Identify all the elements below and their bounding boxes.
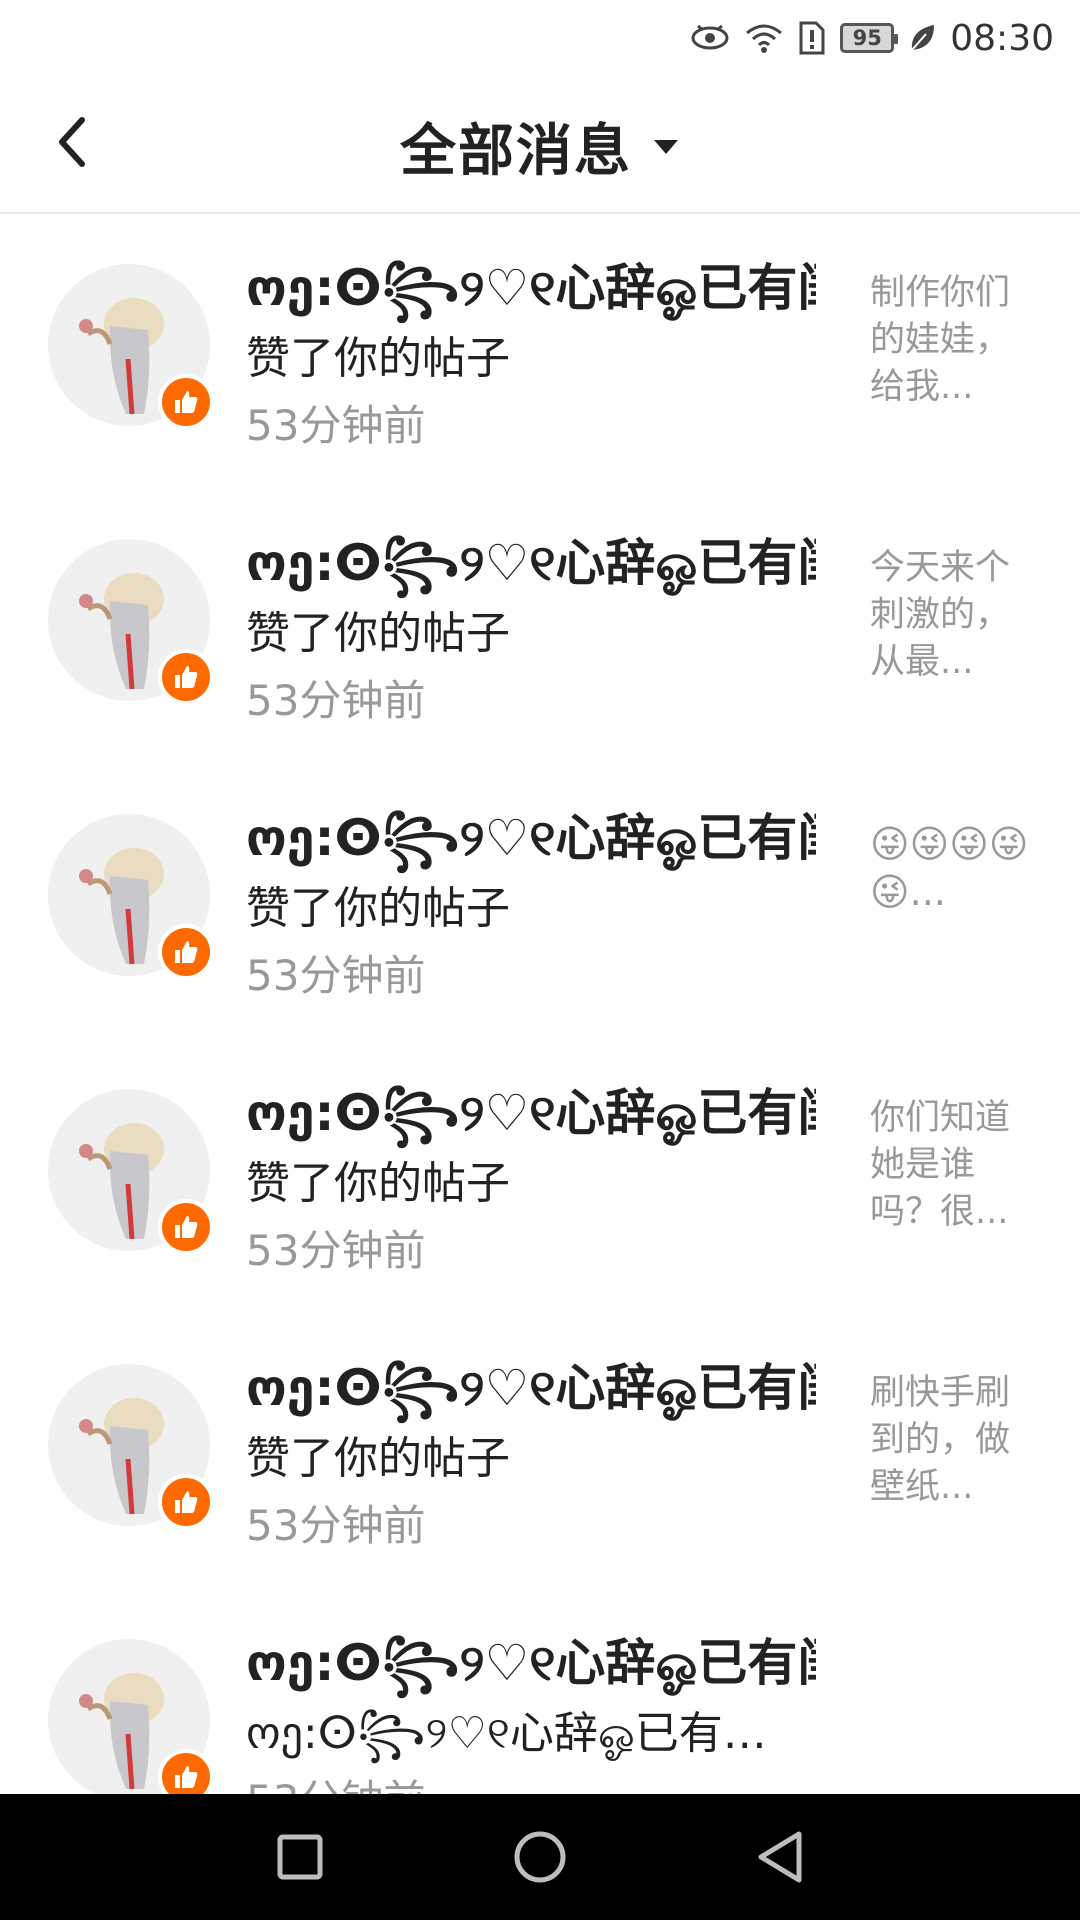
message-item[interactable]: ოე:ⵙ꧂୨♡୧心辞ஓ已有闺蜜 赞了你的帖子 53分钟前 你们知道她是谁吗？很.… bbox=[0, 1039, 1080, 1314]
message-item[interactable]: ოე:ⵙ꧂୨♡୧心辞ஓ已有闺蜜 赞了你的帖子 53分钟前 😜😜😜😜😜... bbox=[0, 764, 1080, 1039]
message-action: 赞了你的帖子 bbox=[246, 333, 510, 384]
caret-down-icon bbox=[654, 139, 678, 154]
square-recents-icon bbox=[277, 1834, 323, 1880]
eye-icon bbox=[690, 18, 730, 58]
top-bar: 全部消息 bbox=[0, 76, 1080, 214]
page-title: 全部消息 bbox=[400, 119, 632, 184]
status-time: 08:30 bbox=[950, 17, 1054, 59]
like-badge bbox=[158, 649, 214, 705]
message-list: ოე:ⵙ꧂୨♡୧心辞ஓ已有闺蜜 赞了你的帖子 53分钟前 制作你们的娃娃，给我.… bbox=[0, 214, 1080, 1864]
like-badge bbox=[158, 1474, 214, 1530]
message-action: 赞了你的帖子 bbox=[246, 883, 510, 934]
message-action: 赞了你的帖子 bbox=[246, 608, 510, 659]
thumbs-up-icon bbox=[175, 666, 198, 688]
system-nav-bar bbox=[0, 1794, 1080, 1920]
message-time: 53分钟前 bbox=[246, 401, 426, 450]
leaf-icon bbox=[908, 18, 936, 58]
post-preview[interactable]: 制作你们的娃娃，给我... bbox=[870, 270, 1030, 411]
thumbs-up-icon bbox=[175, 391, 198, 413]
message-time: 53分钟前 bbox=[246, 1226, 426, 1275]
post-preview[interactable]: 😜😜😜😜😜... bbox=[870, 820, 1030, 916]
battery-level: 95 bbox=[840, 23, 899, 53]
message-action: 赞了你的帖子 bbox=[246, 1158, 510, 1209]
like-badge bbox=[158, 1199, 214, 1255]
post-preview[interactable]: 刷快手刷到的，做壁纸... bbox=[870, 1370, 1030, 1511]
status-bar: 95 08:30 bbox=[0, 0, 1080, 76]
triangle-back-icon bbox=[758, 1831, 802, 1883]
message-item[interactable]: ოე:ⵙ꧂୨♡୧心辞ஓ已有闺蜜 赞了你的帖子 53分钟前 今天来个刺激的，从最.… bbox=[0, 489, 1080, 764]
message-action: 赞了你的帖子 bbox=[246, 1433, 510, 1484]
like-badge bbox=[158, 924, 214, 980]
post-preview[interactable]: 你们知道她是谁吗？很... bbox=[870, 1095, 1030, 1236]
thumbs-up-icon bbox=[175, 1766, 198, 1788]
message-filter-dropdown[interactable]: 全部消息 bbox=[0, 106, 1080, 187]
circle-home-icon bbox=[514, 1831, 566, 1883]
like-badge bbox=[158, 374, 214, 430]
home-button[interactable] bbox=[500, 1817, 580, 1897]
message-time: 53分钟前 bbox=[246, 951, 426, 1000]
message-item[interactable]: ოე:ⵙ꧂୨♡୧心辞ஓ已有闺蜜 赞了你的帖子 53分钟前 制作你们的娃娃，给我.… bbox=[0, 214, 1080, 489]
sim-alert-icon bbox=[798, 18, 826, 58]
battery-icon: 95 bbox=[840, 18, 899, 58]
thumbs-up-icon bbox=[175, 1216, 198, 1238]
message-item[interactable]: ოე:ⵙ꧂୨♡୧心辞ஓ已有闺蜜 赞了你的帖子 53分钟前 刷快手刷到的，做壁纸.… bbox=[0, 1314, 1080, 1589]
recents-button[interactable] bbox=[260, 1817, 340, 1897]
nav-back-button[interactable] bbox=[740, 1817, 820, 1897]
message-time: 53分钟前 bbox=[246, 1501, 426, 1550]
message-time: 53分钟前 bbox=[246, 676, 426, 725]
thumbs-up-icon bbox=[175, 1491, 198, 1513]
thumbs-up-icon bbox=[175, 941, 198, 963]
post-preview[interactable]: 今天来个刺激的，从最... bbox=[870, 545, 1030, 686]
wifi-icon bbox=[744, 18, 784, 58]
